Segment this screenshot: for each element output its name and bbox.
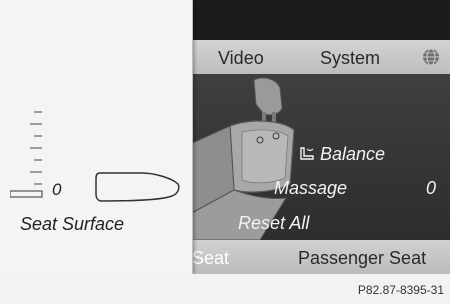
figure-caption: P82.87-8395-31: [357, 283, 444, 297]
seat-surface-value: 0: [52, 180, 62, 199]
seat-surface-label: Seat Surface: [20, 214, 125, 234]
globe-icon[interactable]: [422, 48, 440, 66]
massage-menu-item[interactable]: Massage: [274, 178, 347, 199]
balance-menu-item[interactable]: Balance: [298, 144, 385, 165]
tab-seat[interactable]: Seat: [192, 248, 229, 269]
main-menu-bar: Video System: [190, 40, 450, 74]
massage-label: Massage: [274, 178, 348, 198]
seat-surface-icon: [95, 172, 180, 202]
seat-menu-content: Balance Massage 0 Reset All: [190, 74, 450, 240]
seat-selection-bar: Seat Passenger Seat: [190, 240, 450, 274]
seat-surface-panel: 0 Seat Surface: [0, 0, 193, 274]
tab-video[interactable]: Video: [218, 48, 264, 69]
massage-value: 0: [426, 178, 437, 198]
seat-settings-screen: Video System Balance Massage 0 Reset All…: [0, 0, 450, 274]
balance-label: Balance: [320, 144, 386, 164]
scale-indicator: [10, 190, 43, 198]
seat-balance-icon: [300, 147, 314, 160]
reset-all-label: Reset All: [238, 213, 310, 233]
top-band: [190, 0, 450, 40]
adjustment-scale[interactable]: [10, 108, 50, 204]
reset-all-menu-item[interactable]: Reset All: [238, 213, 309, 234]
tab-passenger-seat[interactable]: Passenger Seat: [298, 248, 426, 269]
tab-system[interactable]: System: [320, 48, 380, 69]
